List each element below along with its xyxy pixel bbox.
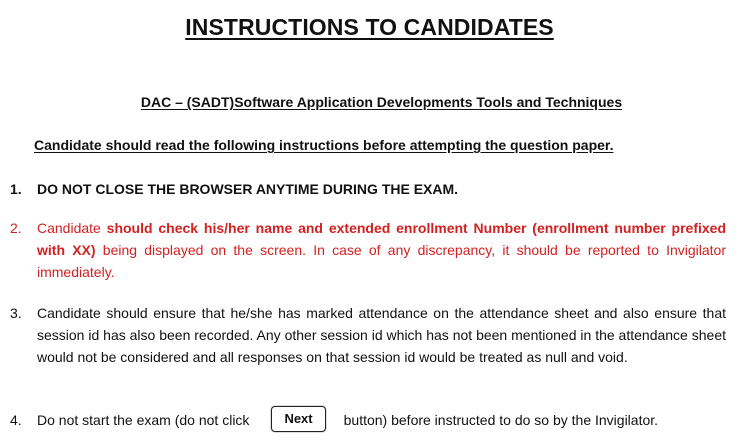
instruction-item-4: 4. Do not start the exam (do not click Ne… <box>10 406 739 433</box>
instruction-lead: Candidate <box>37 220 107 236</box>
instruction-text: DO NOT CLOSE THE BROWSER ANYTIME DURING … <box>37 181 459 197</box>
instruction-number: 3. <box>10 305 22 321</box>
course-title: DAC – (SADT)Software Application Develop… <box>140 94 623 110</box>
instruction-text: Do not start the exam (do not click Next b… <box>37 406 739 433</box>
instruction-before: Do not start the exam (do not click <box>37 412 250 428</box>
instruction-tail: being displayed on the screen. In case o… <box>37 242 726 280</box>
instruction-text: Candidate should ensure that he/she has … <box>37 305 726 365</box>
instruction-after: button) before instructed to do so by th… <box>343 412 659 428</box>
page-title: INSTRUCTIONS TO CANDIDATES <box>185 14 554 40</box>
instruction-number: 2. <box>10 220 22 236</box>
instruction-text: Candidate should check his/her name and … <box>37 217 726 283</box>
instruction-item-1: 1. DO NOT CLOSE THE BROWSER ANYTIME DURI… <box>10 178 726 200</box>
instructions-subheading: Candidate should read the following inst… <box>34 137 614 153</box>
instruction-number: 4. <box>10 412 22 428</box>
instruction-number: 1. <box>10 181 22 197</box>
instruction-item-2: 2. Candidate should check his/her name a… <box>10 217 726 283</box>
next-button[interactable]: Next <box>271 406 326 433</box>
instruction-item-3: 3. Candidate should ensure that he/she h… <box>10 302 726 368</box>
